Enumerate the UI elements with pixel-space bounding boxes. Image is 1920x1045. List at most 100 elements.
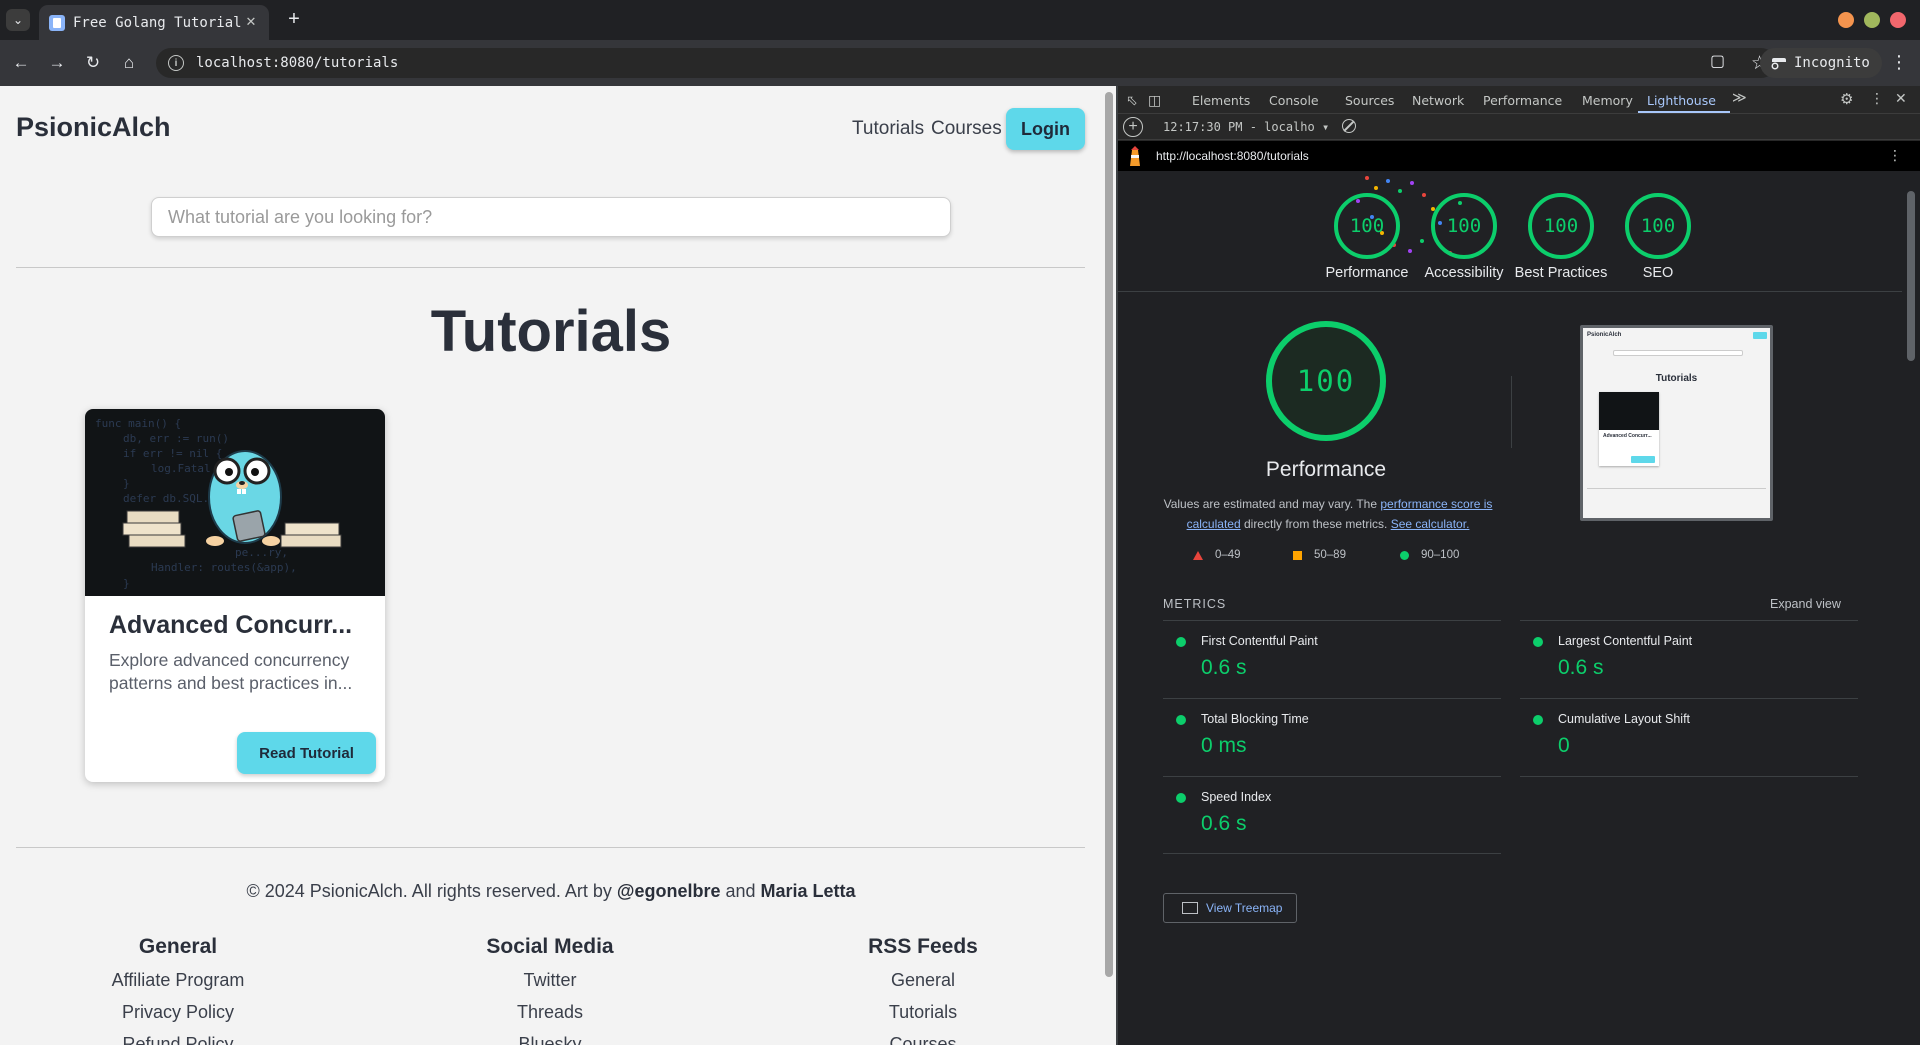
score-label-seo[interactable]: SEO — [1608, 263, 1708, 283]
device-toolbar-icon[interactable]: ◫ — [1148, 93, 1161, 109]
page-title: Tutorials — [430, 299, 672, 364]
footer-link-bluesky[interactable]: Bluesky — [420, 1034, 680, 1045]
legend-label: 50–89 — [1314, 549, 1346, 561]
close-tab-icon[interactable]: ✕ — [243, 14, 259, 30]
tab-search-button[interactable]: ⌄ — [6, 9, 30, 31]
browser-tab-bar: ⌄ Free Golang Tutorials ✕ + — [0, 0, 1920, 40]
metric-value: 0 — [1558, 734, 1570, 757]
note-text: directly from these metrics. — [1240, 517, 1391, 531]
tab-performance[interactable]: Performance — [1483, 93, 1562, 108]
incognito-badge[interactable]: Incognito — [1760, 48, 1882, 78]
footer-link-affiliate[interactable]: Affiliate Program — [48, 970, 308, 1002]
footer-link-rss-general[interactable]: General — [793, 970, 1053, 1002]
code-line: func main() { — [95, 417, 181, 430]
thumb-login — [1753, 332, 1767, 339]
minimize-button[interactable] — [1838, 12, 1854, 28]
see-calculator-link[interactable]: See calculator. — [1391, 517, 1470, 531]
score-label-best-practices[interactable]: Best Practices — [1511, 263, 1611, 283]
site-info-icon[interactable]: i — [168, 55, 184, 71]
tab-memory[interactable]: Memory — [1582, 93, 1633, 108]
new-tab-button[interactable]: + — [282, 9, 306, 31]
footer-link-privacy[interactable]: Privacy Policy — [48, 1002, 308, 1034]
browser-menu-icon[interactable]: ⋮ — [1890, 52, 1908, 73]
footer-link-twitter[interactable]: Twitter — [420, 970, 680, 1002]
nav-link-tutorials[interactable]: Tutorials — [852, 118, 924, 140]
tab-console[interactable]: Console — [1269, 93, 1319, 108]
score-gauge-performance[interactable]: 100 — [1334, 193, 1400, 259]
read-tutorial-button[interactable]: Read Tutorial — [237, 732, 376, 774]
score-gauge-best-practices[interactable]: 100 — [1528, 193, 1594, 259]
legend-label: 0–49 — [1215, 549, 1241, 561]
score-gauge-accessibility[interactable]: 100 — [1431, 193, 1497, 259]
code-line: Handler: routes(&app), — [151, 561, 297, 574]
tutorial-search-input[interactable] — [151, 197, 951, 237]
clear-reports-icon[interactable] — [1342, 119, 1356, 133]
browser-toolbar: ← → ↻ ⌂ i localhost:8080/tutorials ☆ ▢ I… — [0, 40, 1920, 86]
treemap-label: View Treemap — [1206, 901, 1283, 915]
metric-value: 0.6 s — [1201, 656, 1247, 679]
tutorial-card-title[interactable]: Advanced Concurr... — [109, 611, 369, 640]
legend-pass: 90–100 — [1400, 549, 1459, 561]
address-bar[interactable]: i localhost:8080/tutorials ☆ — [156, 48, 1776, 78]
back-arrow-icon[interactable]: ← — [10, 52, 32, 74]
metric-name: First Contentful Paint — [1201, 634, 1318, 648]
pass-dot-icon — [1176, 715, 1186, 725]
artist-link-maria-letta[interactable]: Maria Letta — [761, 881, 856, 901]
web-page: PsionicAlch Tutorials Courses Login Tuto… — [0, 86, 1102, 1045]
reload-icon[interactable]: ↻ — [82, 52, 104, 74]
footer-divider — [16, 847, 1085, 848]
report-selector[interactable]: 12:17:30 PM - localho ▾ — [1163, 120, 1329, 134]
footer-link-refund[interactable]: Refund Policy — [48, 1034, 308, 1045]
site-logo[interactable]: PsionicAlch — [16, 112, 171, 143]
inspect-element-icon[interactable]: ⬁ — [1126, 93, 1138, 109]
view-treemap-button[interactable]: View Treemap — [1163, 893, 1297, 923]
more-tabs-icon[interactable]: ≫ — [1732, 90, 1747, 106]
url-text[interactable]: localhost:8080/tutorials — [196, 55, 398, 71]
final-screenshot-thumbnail[interactable]: PsionicAlch Tutorials Advanced Concurr..… — [1580, 325, 1773, 521]
devtools-panel: ⬁ ◫ Elements Console Sources Network Per… — [1118, 86, 1920, 1045]
report-scrollbar[interactable] — [1902, 171, 1920, 1045]
footer-link-threads[interactable]: Threads — [420, 1002, 680, 1034]
forward-arrow-icon[interactable]: → — [46, 52, 68, 74]
report-time: 12:17:30 PM - localho — [1163, 120, 1315, 134]
close-devtools-icon[interactable]: ✕ — [1895, 91, 1907, 107]
report-menu-icon[interactable]: ⋮ — [1888, 147, 1902, 164]
score-label-performance[interactable]: Performance — [1317, 263, 1417, 283]
score-label-accessibility[interactable]: Accessibility — [1414, 263, 1514, 283]
devtools-menu-icon[interactable]: ⋮ — [1870, 91, 1884, 107]
report-scrollbar-thumb[interactable] — [1907, 191, 1915, 361]
nav-link-courses[interactable]: Courses — [931, 118, 1002, 140]
tab-lighthouse[interactable]: Lighthouse — [1647, 93, 1716, 108]
tab-sources[interactable]: Sources — [1345, 93, 1394, 108]
expand-view-toggle[interactable]: Expand view — [1770, 597, 1841, 611]
metric-name: Largest Contentful Paint — [1558, 634, 1693, 648]
metrics-divider — [1520, 776, 1858, 777]
page-scrollbar-thumb[interactable] — [1105, 92, 1113, 977]
login-button[interactable]: Login — [1006, 108, 1085, 150]
code-line: } — [123, 477, 130, 490]
vertical-separator — [1511, 376, 1512, 448]
triangle-icon — [1193, 550, 1203, 560]
footer-link-rss-tutorials[interactable]: Tutorials — [793, 1002, 1053, 1034]
new-report-icon[interactable]: + — [1123, 117, 1143, 137]
audited-url[interactable]: http://localhost:8080/tutorials — [1156, 149, 1309, 163]
thumb-brand: PsionicAlch — [1587, 332, 1622, 338]
settings-gear-icon[interactable]: ⚙ — [1840, 90, 1853, 108]
page-scrollbar[interactable] — [1102, 86, 1116, 1045]
maximize-button[interactable] — [1864, 12, 1880, 28]
close-window-button[interactable] — [1890, 12, 1906, 28]
browser-tab[interactable]: Free Golang Tutorials ✕ — [39, 5, 269, 40]
tab-network[interactable]: Network — [1412, 93, 1464, 108]
footer-column-general: General Affiliate Program Privacy Policy… — [48, 935, 308, 1045]
extensions-icon[interactable]: ▢ — [1710, 51, 1730, 71]
artist-link-egonelbre[interactable]: @egonelbre — [617, 881, 721, 901]
score-gauge-seo[interactable]: 100 — [1625, 193, 1691, 259]
treemap-icon — [1182, 902, 1198, 914]
home-icon[interactable]: ⌂ — [118, 52, 140, 74]
footer-link-rss-courses[interactable]: Courses — [793, 1034, 1053, 1045]
tutorial-card-image[interactable]: func main() { db, err := run() if err !=… — [85, 409, 385, 596]
performance-title: Performance — [1265, 458, 1387, 481]
tab-elements[interactable]: Elements — [1192, 93, 1250, 108]
code-line: defer db.SQL... — [123, 492, 222, 505]
metrics-header: METRICS — [1163, 597, 1227, 611]
